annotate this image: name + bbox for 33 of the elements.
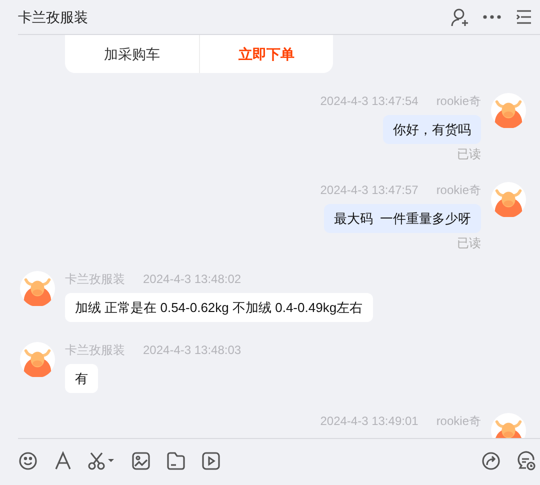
avatar (491, 413, 526, 438)
message-bubble: 你好，有货吗 (383, 115, 481, 144)
sender-name: 卡兰孜服装 (65, 343, 125, 358)
video-icon[interactable] (201, 451, 221, 471)
message-time: 2024-4-3 13:49:01 (320, 414, 418, 429)
add-to-cart-button[interactable]: 加采购车 (65, 35, 198, 73)
chat-history-icon[interactable] (516, 451, 536, 471)
folder-icon[interactable] (166, 451, 186, 471)
emoji-icon[interactable] (18, 451, 38, 471)
read-status: 已读 (457, 235, 481, 251)
share-icon[interactable] (481, 451, 501, 471)
message-bubble: 最大码 一件重量多少呀 (324, 204, 481, 233)
message-time: 2024-4-3 13:48:02 (143, 272, 242, 287)
avatar (491, 182, 526, 217)
avatar (20, 271, 55, 306)
message-time: 2024-4-3 13:47:57 (320, 183, 418, 198)
sender-name: 卡兰孜服装 (65, 272, 125, 287)
font-icon[interactable] (53, 451, 73, 471)
chat-title: 卡兰孜服装 (18, 8, 89, 26)
sender-name: rookie奇 (436, 94, 481, 109)
message-bubble: 加绒 正常是在 0.54-0.62kg 不加绒 0.4-0.49kg左右 (65, 293, 373, 322)
message-time: 2024-4-3 13:48:03 (143, 343, 242, 358)
order-now-button[interactable]: 立即下单 (198, 35, 333, 73)
avatar (491, 93, 526, 128)
message-bubble: 有 (65, 364, 98, 393)
avatar (20, 342, 55, 377)
read-status: 已读 (457, 146, 481, 162)
image-icon[interactable] (131, 451, 151, 471)
scissors-icon[interactable] (88, 451, 116, 471)
add-person-icon[interactable] (450, 7, 470, 27)
sender-name: rookie奇 (436, 183, 481, 198)
sender-name: rookie奇 (436, 414, 481, 429)
message-time: 2024-4-3 13:47:54 (320, 94, 418, 109)
